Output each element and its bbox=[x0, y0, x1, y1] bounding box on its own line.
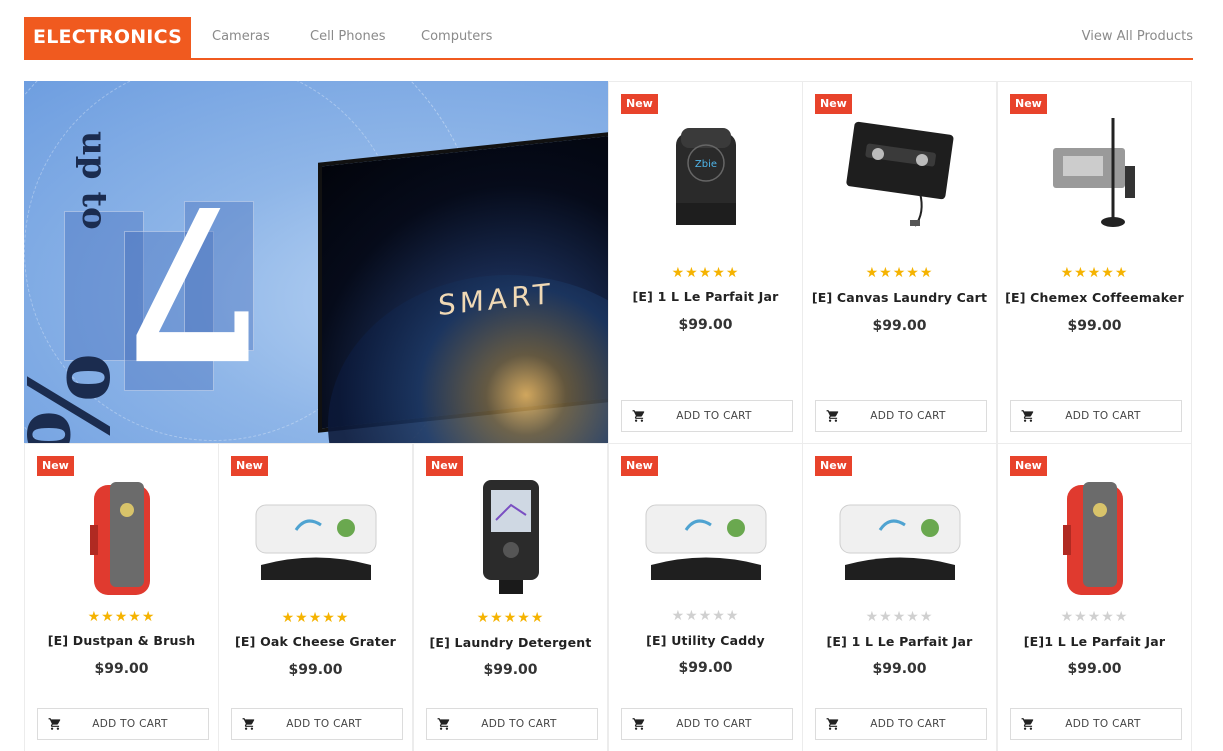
product-name[interactable]: [E] Laundry Detergent bbox=[414, 635, 607, 650]
hud-display-icon bbox=[255, 504, 376, 580]
product-card[interactable]: New ★★★★★ [E] Dustpan & Brush $99.00 ADD… bbox=[24, 443, 219, 751]
add-to-cart-button[interactable]: ADD TO CART bbox=[815, 708, 987, 740]
smart-tv-image: SMART bbox=[318, 125, 608, 444]
product-price: $99.00 bbox=[1067, 661, 1122, 677]
product-card[interactable]: New ★★★★★ [E] Laundry Detergent $99.00 A… bbox=[413, 443, 608, 751]
add-to-cart-button[interactable]: ADD TO CART bbox=[231, 708, 403, 740]
rating-stars: ★★★★★ bbox=[476, 610, 545, 626]
product-price: $99.00 bbox=[94, 661, 149, 677]
product-name[interactable]: [E] Oak Cheese Grater bbox=[219, 634, 412, 649]
add-to-cart-button[interactable]: ADD TO CART bbox=[621, 400, 793, 432]
rating-stars: ★★★★★ bbox=[671, 265, 740, 281]
product-price: $99.00 bbox=[872, 318, 927, 334]
red-radio-icon bbox=[89, 482, 150, 595]
add-to-cart-label: ADD TO CART bbox=[92, 718, 168, 730]
rating-stars: ★★★★★ bbox=[281, 610, 350, 626]
tab-cameras[interactable]: Cameras bbox=[212, 29, 270, 44]
product-card[interactable]: New ★★★★★ [E]1 L Le Parfait Jar $99.00 A… bbox=[997, 443, 1192, 751]
hud-display-icon bbox=[645, 504, 766, 580]
product-name[interactable]: [E] 1 L Le Parfait Jar bbox=[609, 289, 802, 304]
rating-stars: ★★★★★ bbox=[1060, 265, 1129, 281]
svg-text:Zbie: Zbie bbox=[694, 159, 716, 170]
cassette-adapter-icon bbox=[845, 121, 953, 227]
add-to-cart-button[interactable]: ADD TO CART bbox=[37, 708, 209, 740]
product-name[interactable]: [E] Dustpan & Brush bbox=[25, 633, 218, 648]
section-header: ELECTRONICS Cameras Cell Phones Computer… bbox=[24, 17, 1193, 60]
banner-up-to-text: up to bbox=[74, 131, 114, 230]
add-to-cart-label: ADD TO CART bbox=[870, 718, 946, 730]
add-to-cart-button[interactable]: ADD TO CART bbox=[426, 708, 598, 740]
add-to-cart-label: ADD TO CART bbox=[676, 718, 752, 730]
product-price: $99.00 bbox=[678, 317, 733, 333]
banner-number-text: 7 bbox=[119, 158, 266, 405]
product-card[interactable]: New Zbie ★★★★★ [E] 1 L Le Parfait Jar $9… bbox=[608, 81, 803, 444]
add-to-cart-label: ADD TO CART bbox=[870, 410, 946, 422]
add-to-cart-label: ADD TO CART bbox=[286, 718, 362, 730]
product-card[interactable]: New ★★★★★ [E] Canvas Laundry Cart $99.00… bbox=[802, 81, 997, 444]
product-card[interactable]: New ★★★★★ [E] 1 L Le Parfait Jar $99.00 … bbox=[802, 443, 997, 751]
rating-stars: ★★★★★ bbox=[1060, 609, 1129, 625]
rating-stars: ★★★★★ bbox=[671, 608, 740, 624]
product-card[interactable]: New ★★★★★ [E] Chemex Coffeemaker $99.00 … bbox=[997, 81, 1192, 444]
product-price: $99.00 bbox=[288, 662, 343, 678]
product-card[interactable]: New ★★★★★ [E] Oak Cheese Grater $99.00 A… bbox=[218, 443, 413, 751]
add-to-cart-button[interactable]: ADD TO CART bbox=[621, 708, 793, 740]
product-name[interactable]: [E] 1 L Le Parfait Jar bbox=[803, 634, 996, 649]
category-title[interactable]: ELECTRONICS bbox=[24, 17, 191, 58]
add-to-cart-label: ADD TO CART bbox=[1065, 410, 1141, 422]
product-name[interactable]: [E] Utility Caddy bbox=[609, 633, 802, 648]
add-to-cart-button[interactable]: ADD TO CART bbox=[1010, 708, 1182, 740]
product-name[interactable]: [E]1 L Le Parfait Jar bbox=[998, 634, 1191, 649]
banner-percent-text: % bbox=[24, 354, 131, 444]
add-to-cart-button[interactable]: ADD TO CART bbox=[1010, 400, 1182, 432]
add-to-cart-label: ADD TO CART bbox=[676, 410, 752, 422]
product-price: $99.00 bbox=[678, 660, 733, 676]
promo-banner[interactable]: up to 7 % SMART bbox=[24, 81, 608, 444]
tab-computers[interactable]: Computers bbox=[421, 29, 492, 44]
fish-finder-icon bbox=[482, 480, 539, 594]
obd-dongle-icon: Zbie bbox=[675, 128, 736, 225]
product-price: $99.00 bbox=[1067, 318, 1122, 334]
add-to-cart-label: ADD TO CART bbox=[481, 718, 557, 730]
product-name[interactable]: [E] Canvas Laundry Cart bbox=[803, 290, 996, 305]
signal-booster-icon bbox=[1052, 118, 1135, 227]
hud-display-icon bbox=[839, 504, 960, 580]
add-to-cart-button[interactable]: ADD TO CART bbox=[815, 400, 987, 432]
tab-cell-phones[interactable]: Cell Phones bbox=[310, 29, 385, 44]
product-name[interactable]: [E] Chemex Coffeemaker bbox=[998, 290, 1191, 305]
add-to-cart-label: ADD TO CART bbox=[1065, 718, 1141, 730]
rating-stars: ★★★★★ bbox=[87, 609, 156, 625]
red-radio-icon bbox=[1062, 482, 1123, 595]
rating-stars: ★★★★★ bbox=[865, 265, 934, 281]
view-all-products-link[interactable]: View All Products bbox=[1082, 29, 1193, 44]
product-grid: up to 7 % SMART New Zbie ★★★★★ [E] 1 L L… bbox=[24, 81, 1192, 751]
product-price: $99.00 bbox=[483, 662, 538, 678]
product-card[interactable]: New ★★★★★ [E] Utility Caddy $99.00 ADD T… bbox=[608, 443, 803, 751]
product-price: $99.00 bbox=[872, 661, 927, 677]
rating-stars: ★★★★★ bbox=[865, 609, 934, 625]
